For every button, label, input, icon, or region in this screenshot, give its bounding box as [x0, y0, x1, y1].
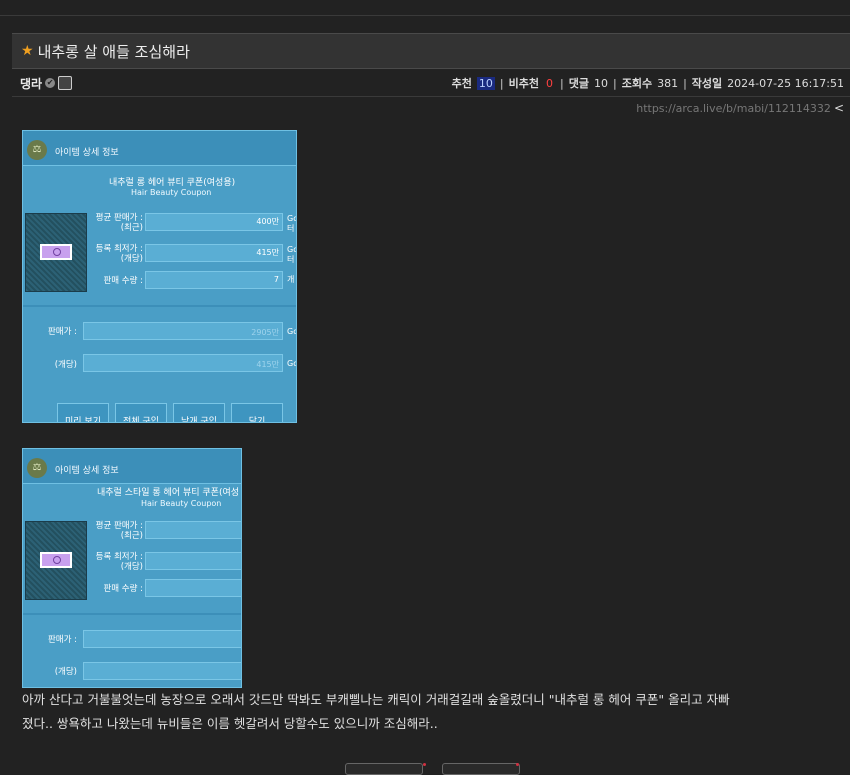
stat-separator: | [499, 76, 504, 90]
min-price-box [145, 552, 241, 570]
quantity-unit: 개 [287, 275, 295, 284]
coupon-icon [40, 244, 72, 260]
avg-price-label: 평균 판매가 : (최근) [95, 521, 143, 541]
upvote-count: 10 [476, 76, 495, 90]
dialog-divider [23, 613, 241, 615]
dialog-title: 아이템 상세 정보 [55, 148, 119, 158]
dialog-header: ⚖ 아이템 상세 정보 [23, 449, 241, 484]
user-icon [58, 76, 73, 90]
downvote-count: 0 [546, 76, 554, 90]
min-price-unit: Go 터 [287, 245, 297, 264]
quantity-label: 판매 수량 : [103, 276, 143, 286]
quantity-value: 7 [273, 275, 279, 284]
stat-separator: | [612, 76, 617, 90]
min-price-label: 등록 최저가 : (개당) [95, 552, 143, 572]
min-price-value: 415만 [256, 248, 279, 257]
avg-price-box [145, 521, 241, 539]
buy-all-button: 전체 구입 [115, 403, 167, 422]
vote-down-button[interactable] [442, 763, 520, 775]
item-detail-screenshot-2: ⚖ 아이템 상세 정보 내추럴 스타일 롱 헤어 뷰티 쿠폰(여성 Hair B… [22, 448, 242, 688]
each-price-unit: Go [287, 359, 297, 368]
post-body: 아까 산다고 거불불엇는데 농장으로 오래서 갓드만 딱봐도 부캐삘나는 캐릭이… [22, 688, 848, 736]
post-title: 내추롱 살 애들 조심해라 [37, 42, 190, 61]
post-body-line: 졌다.. 쌍욕하고 나왔는데 뉴비들은 이름 헷갈려서 당할수도 있으니까 조심… [22, 716, 438, 731]
vote-up-indicator [423, 763, 426, 766]
avg-price-label: 평균 판매가 : (최근) [95, 213, 143, 233]
preview-button: 미리 보기 [57, 403, 109, 422]
stat-separator: | [560, 76, 564, 90]
star-icon: ★ [21, 43, 34, 59]
scale-icon: ⚖ [27, 140, 47, 160]
comment-count: 10 [593, 76, 608, 90]
buy-single-button: 낱개 구입 [173, 403, 225, 422]
post-stats: 추천 10 | 비추천 0 | 댓글 10 | 조회수 381 | 작성일 20… [452, 75, 844, 91]
upvote-label: 추천 [451, 77, 472, 90]
scale-icon: ⚖ [27, 458, 47, 478]
vote-down-indicator [516, 763, 519, 766]
view-count: 381 [657, 76, 679, 90]
top-divider [0, 15, 850, 16]
verified-icon: ✔ [45, 78, 56, 88]
each-price-value: 415만 [256, 360, 279, 369]
item-name: 내추럴 스타일 롱 헤어 뷰티 쿠폰(여성 [97, 488, 240, 498]
each-price-label: (개당) [54, 667, 77, 677]
avg-price-unit: Go 터 [287, 214, 297, 233]
item-english-name: Hair Beauty Coupon [141, 499, 222, 508]
author-name[interactable]: 댕라 [20, 75, 42, 92]
sale-price-box [83, 630, 241, 648]
dialog-header: ⚖ 아이템 상세 정보 [23, 131, 296, 166]
sale-price-value: 2905만 [251, 328, 279, 337]
each-price-label: (개당) [54, 360, 77, 370]
item-slot [25, 521, 87, 600]
each-price-box [83, 662, 241, 680]
share-icon[interactable]: < [834, 101, 844, 115]
post-url-row: https://arca.live/b/mabi/112114332 < [636, 101, 844, 115]
min-price-label: 등록 최저가 : (개당) [95, 244, 143, 264]
comment-label: 댓글 [568, 77, 589, 90]
dialog-divider [23, 305, 296, 307]
avg-price-value: 400만 [256, 217, 279, 226]
item-english-name: Hair Beauty Coupon [131, 188, 212, 197]
post-title-bar: ★ 내추롱 살 애들 조심해라 [12, 33, 850, 69]
close-button: 닫기 [231, 403, 283, 422]
post-body-line: 아까 산다고 거불불엇는데 농장으로 오래서 갓드만 딱봐도 부캐삘나는 캐릭이… [22, 692, 730, 707]
item-name: 내추럴 롱 헤어 뷰티 쿠폰(여성용) [109, 178, 236, 188]
view-label: 조회수 [621, 77, 653, 90]
vote-up-button[interactable] [345, 763, 423, 775]
coupon-icon [40, 552, 72, 568]
quantity-box [145, 579, 241, 597]
stat-separator: | [683, 76, 687, 90]
quantity-label: 판매 수량 : [103, 584, 143, 594]
post-url[interactable]: https://arca.live/b/mabi/112114332 [636, 102, 831, 115]
post-meta-row: 댕라 ✔ 추천 10 | 비추천 0 | 댓글 10 | 조회수 381 | 작… [12, 70, 850, 97]
date-label: 작성일 [691, 77, 723, 90]
sale-price-label: 판매가 : [47, 327, 77, 337]
item-slot [25, 213, 87, 292]
downvote-label: 비추천 [508, 77, 540, 90]
item-detail-screenshot-1: ⚖ 아이템 상세 정보 내추럴 롱 헤어 뷰티 쿠폰(여성용) Hair Bea… [22, 130, 297, 423]
sale-price-label: 판매가 : [47, 635, 77, 645]
author-info[interactable]: 댕라 ✔ [20, 75, 73, 92]
post-date: 2024-07-25 16:17:51 [727, 76, 844, 90]
dialog-title: 아이템 상세 정보 [55, 466, 119, 476]
sale-price-unit: Go [287, 327, 297, 336]
